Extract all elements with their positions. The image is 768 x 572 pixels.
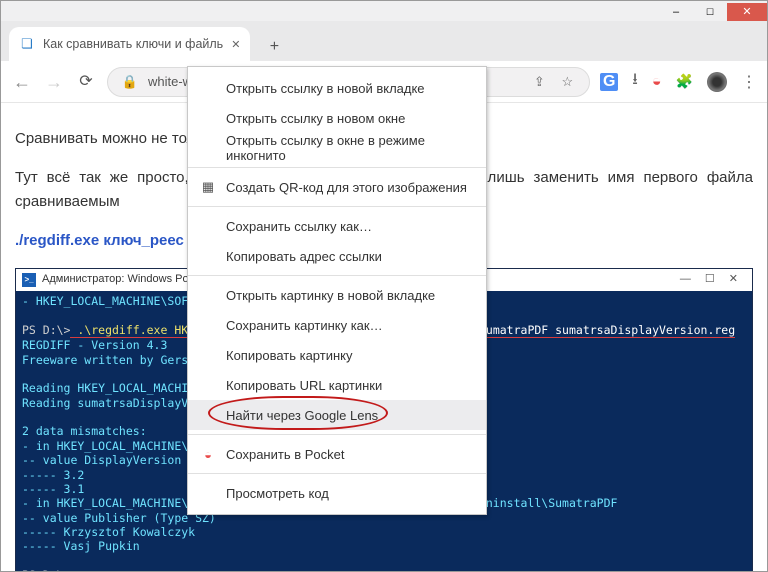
new-tab-button[interactable]: +: [260, 33, 288, 61]
nav-forward-button: →: [43, 71, 65, 93]
pocket-icon[interactable]: ◒: [652, 73, 662, 91]
tab-close-icon[interactable]: ✕: [231, 38, 240, 51]
reload-button[interactable]: ⟳: [75, 71, 97, 93]
terminal-minimize-icon: —: [680, 271, 691, 288]
ctx-save-pocket[interactable]: ◒Сохранить в Pocket: [188, 439, 486, 469]
favicon-icon: ❏: [19, 36, 35, 52]
terminal-window-buttons: — ☐ ✕: [680, 271, 746, 288]
terminal-close-icon: ✕: [729, 271, 738, 288]
tab-title: Как сравнивать ключи и файль: [43, 37, 223, 51]
ctx-copy-link-address[interactable]: Копировать адрес ссылки: [188, 241, 486, 271]
ctx-separator: [188, 275, 486, 276]
ctx-open-link-incognito[interactable]: Открыть ссылку в окне в режиме инкогнито: [188, 133, 486, 163]
toolbar-extensions: G ⭳ ◒ 🧩 ⋮: [600, 68, 757, 95]
ctx-inspect[interactable]: Просмотреть код: [188, 478, 486, 508]
ctx-separator: [188, 473, 486, 474]
terminal-maximize-icon: ☐: [705, 271, 715, 288]
window-minimize-button[interactable]: [659, 3, 693, 21]
ctx-open-link-new-tab[interactable]: Открыть ссылку в новой вкладке: [188, 73, 486, 103]
download-icon[interactable]: ⭳: [632, 68, 638, 95]
tab-strip: ❏ Как сравнивать ключи и файль ✕ +: [1, 21, 767, 61]
translate-icon[interactable]: G: [600, 73, 618, 91]
active-tab[interactable]: ❏ Как сравнивать ключи и файль ✕: [9, 27, 250, 61]
window-controls: [1, 1, 767, 21]
ctx-separator: [188, 206, 486, 207]
ctx-save-link-as[interactable]: Сохранить ссылку как…: [188, 211, 486, 241]
menu-icon[interactable]: ⋮: [741, 72, 757, 92]
ctx-copy-image-url[interactable]: Копировать URL картинки: [188, 370, 486, 400]
avatar-icon[interactable]: [707, 72, 727, 92]
powershell-icon: >_: [22, 273, 36, 287]
ctx-save-image-as[interactable]: Сохранить картинку как…: [188, 310, 486, 340]
window-maximize-button[interactable]: [693, 3, 727, 21]
lock-icon: 🔒: [120, 74, 140, 90]
ctx-google-lens[interactable]: Найти через Google Lens: [188, 400, 486, 430]
ctx-open-image-new-tab[interactable]: Открыть картинку в новой вкладке: [188, 280, 486, 310]
ctx-create-qr[interactable]: ▦Создать QR-код для этого изображения: [188, 172, 486, 202]
ctx-separator: [188, 434, 486, 435]
qr-icon: ▦: [200, 179, 216, 195]
star-icon[interactable]: ☆: [557, 74, 577, 90]
ctx-copy-image[interactable]: Копировать картинку: [188, 340, 486, 370]
context-menu: Открыть ссылку в новой вкладке Открыть с…: [187, 66, 487, 515]
nav-back-button[interactable]: ←: [11, 71, 33, 93]
pocket-icon: ◒: [200, 447, 216, 462]
ctx-open-link-new-window[interactable]: Открыть ссылку в новом окне: [188, 103, 486, 133]
ctx-separator: [188, 167, 486, 168]
extensions-icon[interactable]: 🧩: [676, 73, 693, 90]
window-close-button[interactable]: [727, 3, 767, 21]
share-icon[interactable]: ⇪: [529, 74, 549, 90]
